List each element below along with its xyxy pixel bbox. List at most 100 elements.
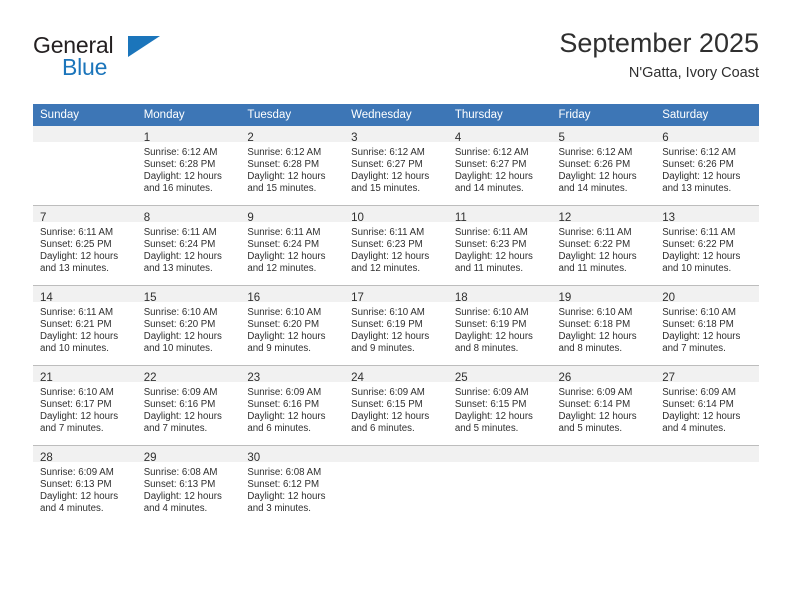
- calendar-day-cell[interactable]: 7 Sunrise: 6:11 AM Sunset: 6:25 PM Daylight…: [33, 205, 137, 286]
- day-number: 10: [351, 212, 364, 224]
- day-number: 18: [454, 292, 468, 304]
- calendar-day-cell[interactable]: 2 Sunrise: 6:12 AM Sunset: 6:28 PM Daylight…: [240, 126, 345, 206]
- day-number-strip: [447, 446, 552, 462]
- day-number-strip: [344, 446, 448, 462]
- calendar-day-cell[interactable]: 25 Sunrise: 6:09 AM Sunset: 6:15 PM Dayligh…: [447, 365, 552, 446]
- calendar-day-cell[interactable]: 29 Sunrise: 6:08 AM Sunset: 6:13 PM Dayligh…: [136, 445, 241, 525]
- calendar-day-cell[interactable]: 28 Sunrise: 6:09 AM Sunset: 6:13 PM Dayligh…: [33, 445, 137, 525]
- sunrise-text: Sunrise: 6:10 AM: [351, 307, 425, 318]
- calendar-day-cell[interactable]: 19 Sunrise: 6:10 AM Sunset: 6:18 PM Dayligh…: [551, 285, 656, 366]
- calendar-day-cell[interactable]: 22 Sunrise: 6:09 AM Sunset: 6:16 PM Dayligh…: [136, 365, 241, 446]
- sunset-text: Sunset: 6:17 PM: [40, 399, 112, 411]
- calendar-day-cell[interactable]: 9 Sunrise: 6:11 AM Sunset: 6:24 PM Daylight…: [240, 205, 345, 286]
- calendar-day-cell[interactable]: 23 Sunrise: 6:09 AM Sunset: 6:16 PM Dayligh…: [240, 365, 345, 446]
- day-details: Sunrise: 6:08 AM Sunset: 6:12 PM Daylight:…: [240, 462, 344, 515]
- sunset-text: Sunset: 6:19 PM: [454, 319, 527, 331]
- calendar-day-cell[interactable]: 10 Sunrise: 6:11 AM Sunset: 6:23 PM Dayligh…: [344, 205, 448, 286]
- sunrise-text: Sunrise: 6:10 AM: [454, 307, 529, 318]
- calendar-day-cell[interactable]: 6 Sunrise: 6:12 AM Sunset: 6:26 PM Daylight…: [655, 126, 759, 206]
- day-details: Sunrise: 6:12 AM Sunset: 6:27 PM Daylight:…: [344, 142, 448, 195]
- day-details: Sunrise: 6:09 AM Sunset: 6:14 PM Daylight:…: [655, 382, 759, 435]
- day-details: Sunrise: 6:11 AM Sunset: 6:23 PM Daylight:…: [448, 222, 552, 275]
- calendar-day-cell[interactable]: 30 Sunrise: 6:08 AM Sunset: 6:12 PM Dayligh…: [240, 445, 345, 525]
- sunset-text: Sunset: 6:20 PM: [143, 319, 216, 331]
- daylight-text-line2: and 14 minutes.: [454, 183, 524, 195]
- calendar-day-cell[interactable]: 14 Sunrise: 6:11 AM Sunset: 6:21 PM Dayligh…: [33, 285, 137, 366]
- day-details: Sunrise: 6:09 AM Sunset: 6:13 PM Daylight:…: [33, 462, 137, 515]
- title-block: September 2025 N'Gatta, Ivory Coast: [559, 28, 759, 81]
- sunset-text: Sunset: 6:26 PM: [558, 159, 631, 171]
- calendar-day-cell[interactable]: 17 Sunrise: 6:10 AM Sunset: 6:19 PM Dayligh…: [344, 285, 448, 366]
- calendar-day-cell[interactable]: 20 Sunrise: 6:10 AM Sunset: 6:18 PM Dayligh…: [655, 285, 759, 366]
- calendar-day-cell[interactable]: 21 Sunrise: 6:10 AM Sunset: 6:17 PM Dayligh…: [33, 365, 137, 446]
- calendar-day-cell[interactable]: 24 Sunrise: 6:09 AM Sunset: 6:15 PM Dayligh…: [344, 365, 448, 446]
- calendar-day-cell[interactable]: 4 Sunrise: 6:12 AM Sunset: 6:27 PM Daylight…: [447, 126, 552, 206]
- sunrise-text: Sunrise: 6:10 AM: [143, 307, 218, 318]
- day-details: Sunrise: 6:09 AM Sunset: 6:14 PM Daylight:…: [552, 382, 656, 435]
- day-number: 23: [247, 372, 261, 384]
- sunrise-text: Sunrise: 6:08 AM: [247, 467, 322, 478]
- calendar-week-row: 21 Sunrise: 6:10 AM Sunset: 6:17 PM Dayligh…: [33, 365, 759, 446]
- calendar-day-cell[interactable]: 18 Sunrise: 6:10 AM Sunset: 6:19 PM Dayligh…: [447, 285, 552, 366]
- day-details: Sunrise: 6:11 AM Sunset: 6:24 PM Daylight:…: [137, 222, 241, 275]
- day-number-strip: 1: [136, 126, 241, 144]
- day-number: 27: [662, 372, 676, 384]
- daylight-text-line1: Daylight: 12 hours: [247, 251, 326, 263]
- calendar-day-cell[interactable]: 1 Sunrise: 6:12 AM Sunset: 6:28 PM Daylight…: [136, 126, 241, 206]
- day-number: 2: [247, 132, 254, 144]
- daylight-text-line1: Daylight: 12 hours: [454, 251, 533, 263]
- sunset-text: Sunset: 6:15 PM: [351, 399, 423, 411]
- calendar-day-cell[interactable]: 16 Sunrise: 6:10 AM Sunset: 6:20 PM Dayligh…: [240, 285, 345, 366]
- calendar-day-cell[interactable]: 27 Sunrise: 6:09 AM Sunset: 6:14 PM Dayligh…: [655, 365, 759, 446]
- day-number-strip: 23: [240, 366, 345, 384]
- daylight-text-line1: Daylight: 12 hours: [662, 171, 741, 183]
- day-number: 13: [662, 212, 676, 224]
- calendar-day-cell[interactable]: 3 Sunrise: 6:12 AM Sunset: 6:27 PM Daylight…: [344, 126, 448, 206]
- day-number: 9: [247, 212, 254, 224]
- day-details: Sunrise: 6:10 AM Sunset: 6:20 PM Daylight:…: [240, 302, 344, 355]
- general-blue-logo[interactable]: General Blue: [33, 30, 233, 86]
- sunrise-text: Sunrise: 6:11 AM: [40, 307, 114, 318]
- sunrise-text: Sunrise: 6:09 AM: [454, 387, 529, 398]
- sunset-text: Sunset: 6:13 PM: [40, 479, 112, 491]
- daylight-text-line1: Daylight: 12 hours: [558, 411, 637, 423]
- day-details: Sunrise: 6:09 AM Sunset: 6:16 PM Daylight:…: [240, 382, 344, 435]
- day-number-strip: 27: [655, 366, 759, 384]
- daylight-text-line2: and 9 minutes.: [247, 343, 311, 355]
- day-number-strip: [551, 446, 656, 462]
- day-number-strip: 26: [551, 366, 656, 384]
- sunset-text: Sunset: 6:16 PM: [143, 399, 216, 411]
- calendar-page: General Blue September 2025 N'Gatta, Ivo…: [0, 0, 792, 612]
- sunset-text: Sunset: 6:27 PM: [454, 159, 527, 171]
- calendar-day-cell[interactable]: 13 Sunrise: 6:11 AM Sunset: 6:22 PM Dayligh…: [655, 205, 759, 286]
- sunrise-text: Sunrise: 6:10 AM: [662, 307, 736, 318]
- daylight-text-line2: and 10 minutes.: [40, 343, 109, 355]
- calendar-day-cell[interactable]: 26 Sunrise: 6:09 AM Sunset: 6:14 PM Dayligh…: [551, 365, 656, 446]
- sunrise-text: Sunrise: 6:11 AM: [558, 227, 632, 238]
- calendar-day-cell[interactable]: 12 Sunrise: 6:11 AM Sunset: 6:22 PM Dayligh…: [551, 205, 656, 286]
- sunrise-text: Sunrise: 6:09 AM: [247, 387, 322, 398]
- sunset-text: Sunset: 6:13 PM: [143, 479, 216, 491]
- day-number-strip: 17: [344, 286, 448, 304]
- sunset-text: Sunset: 6:14 PM: [558, 399, 631, 411]
- sunset-text: Sunset: 6:23 PM: [454, 239, 527, 251]
- daylight-text-line2: and 8 minutes.: [558, 343, 623, 355]
- calendar-day-cell[interactable]: 5 Sunrise: 6:12 AM Sunset: 6:26 PM Daylight…: [551, 126, 656, 206]
- daylight-text-line2: and 12 minutes.: [351, 263, 421, 275]
- daylight-text-line2: and 15 minutes.: [351, 183, 421, 195]
- daylight-text-line1: Daylight: 12 hours: [143, 411, 222, 423]
- sunrise-text: Sunrise: 6:09 AM: [143, 387, 218, 398]
- calendar-day-cell[interactable]: 8 Sunrise: 6:11 AM Sunset: 6:24 PM Daylight…: [136, 205, 241, 286]
- sunset-text: Sunset: 6:19 PM: [351, 319, 423, 331]
- day-number-strip: 30: [240, 446, 345, 464]
- day-details: Sunrise: 6:12 AM Sunset: 6:28 PM Daylight:…: [240, 142, 344, 195]
- day-number: 19: [558, 292, 572, 304]
- day-details: Sunrise: 6:11 AM Sunset: 6:25 PM Daylight:…: [33, 222, 137, 275]
- daylight-text-line2: and 5 minutes.: [454, 423, 519, 435]
- day-details: Sunrise: 6:11 AM Sunset: 6:24 PM Daylight:…: [240, 222, 344, 275]
- calendar-day-cell[interactable]: 11 Sunrise: 6:11 AM Sunset: 6:23 PM Dayligh…: [447, 205, 552, 286]
- sunset-text: Sunset: 6:27 PM: [351, 159, 423, 171]
- day-number: 21: [40, 372, 53, 384]
- calendar-day-cell[interactable]: 15 Sunrise: 6:10 AM Sunset: 6:20 PM Dayligh…: [136, 285, 241, 366]
- day-number-strip: 28: [33, 446, 137, 464]
